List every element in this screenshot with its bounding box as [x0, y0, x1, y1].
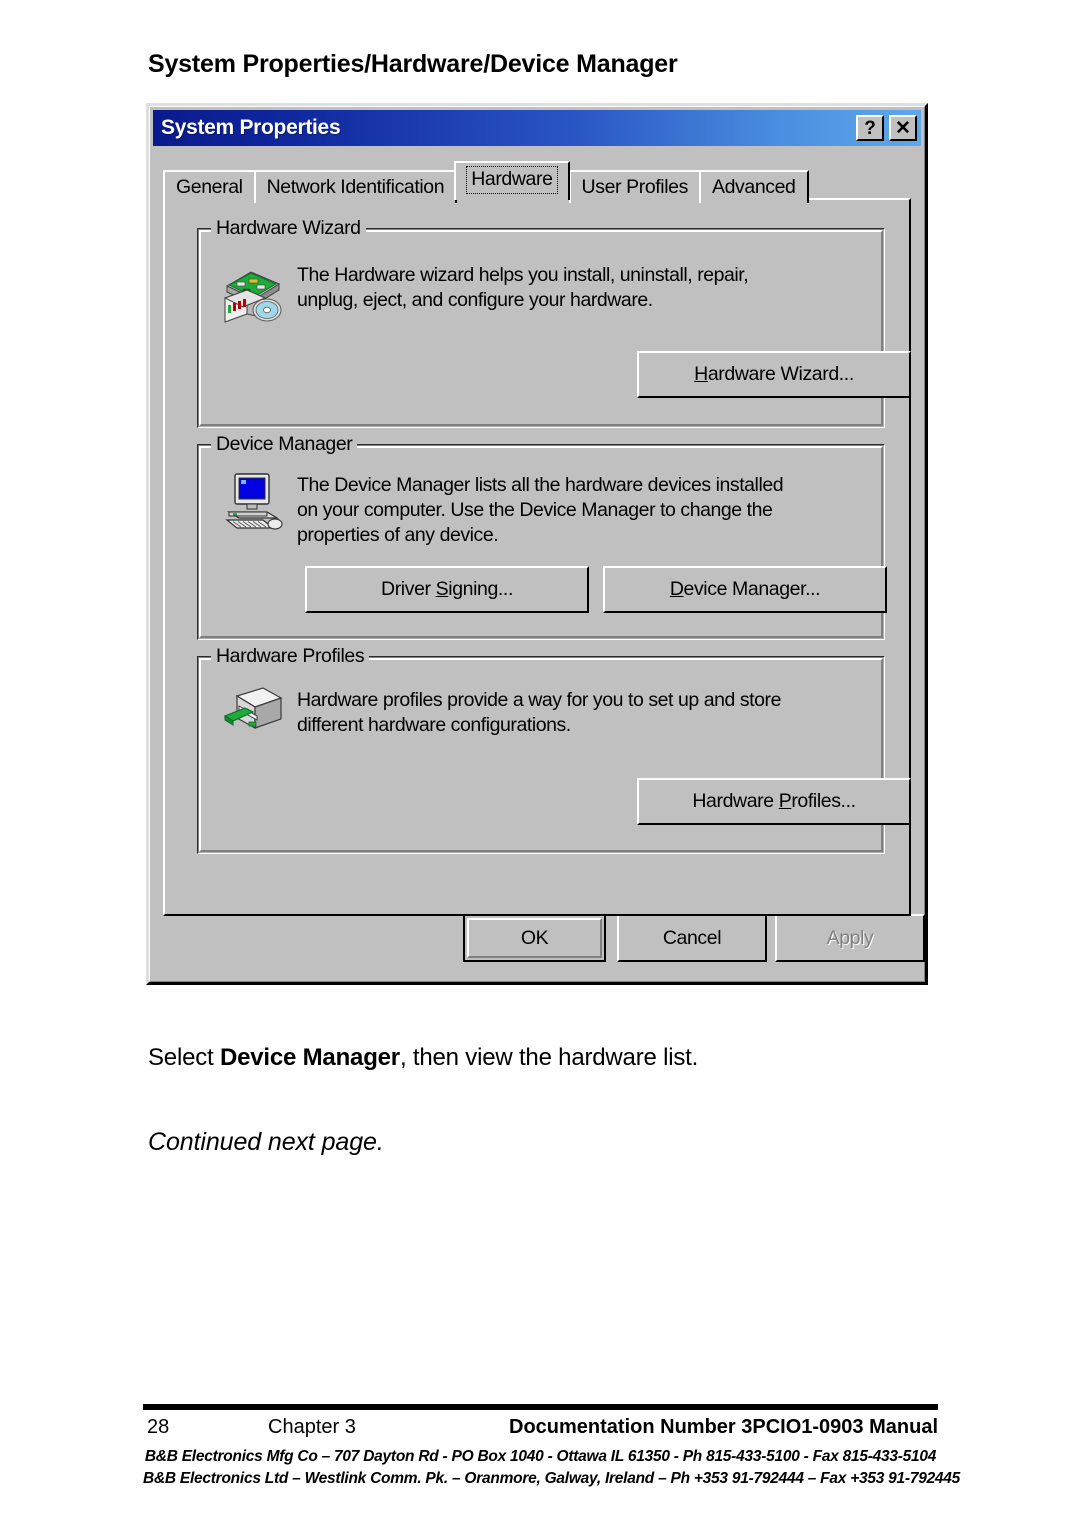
tab-advanced-label: Advanced — [711, 176, 796, 198]
hardware-wizard-button[interactable]: Hardware Wizard... — [637, 351, 911, 398]
hardware-wizard-description-line-1: The Hardware wizard helps you install, u… — [297, 264, 749, 286]
tab-hardware[interactable]: Hardware — [454, 161, 570, 200]
footer-address-ie: B&B Electronics Ltd – Westlink Comm. Pk.… — [143, 1470, 961, 1487]
tab-network-identification[interactable]: Network Identification — [253, 170, 458, 203]
hardware-profiles-button[interactable]: Hardware Profiles... — [637, 778, 911, 825]
device-manager-group-title: Device Manager — [211, 433, 358, 456]
driver-signing-button[interactable]: Driver Signing... — [305, 566, 589, 613]
help-icon: ? — [864, 117, 876, 139]
apply-button-label: Apply — [826, 926, 874, 949]
continued-note: Continued next page. — [148, 1128, 384, 1156]
tab-general[interactable]: General — [163, 170, 256, 203]
instruction-prefix: Select — [148, 1044, 220, 1071]
hardware-profiles-description: Hardware profiles provide a way for you … — [297, 688, 877, 738]
hardware-profiles-description-line-2: different hardware configurations. — [297, 714, 571, 736]
device-manager-description-line-2: on your computer. Use the Device Manager… — [297, 499, 773, 521]
dialog-title: System Properties — [161, 116, 341, 139]
footer-page-number: 28 — [147, 1416, 170, 1438]
tab-user-profiles-label: User Profiles — [581, 176, 689, 198]
hardware-profiles-description-line-1: Hardware profiles provide a way for you … — [297, 689, 781, 711]
tab-user-profiles[interactable]: User Profiles — [568, 170, 701, 203]
tab-hardware-label: Hardware — [466, 166, 558, 194]
hardware-wizard-description-line-2: unplug, eject, and configure your hardwa… — [297, 289, 653, 311]
device-manager-description: The Device Manager lists all the hardwar… — [297, 473, 877, 548]
device-manager-button[interactable]: Device Manager... — [603, 566, 887, 613]
hardware-profiles-group-title: Hardware Profiles — [211, 645, 370, 668]
tab-network-identification-label: Network Identification — [266, 176, 445, 198]
dialog-titlebar[interactable]: System Properties ? ✕ — [153, 110, 921, 146]
driver-signing-button-label: Driver Signing... — [381, 578, 513, 600]
ok-button-label: OK — [520, 926, 549, 949]
hardware-wizard-group-title: Hardware Wizard — [211, 217, 366, 240]
device-manager-group: Device Manager The Device Manager lists … — [197, 433, 887, 640]
tab-advanced[interactable]: Advanced — [698, 170, 809, 203]
hardware-profiles-icon — [223, 686, 285, 740]
instruction-text: Select Device Manager, then view the har… — [148, 1044, 698, 1072]
tab-strip: General Network Identification Hardware … — [163, 160, 921, 203]
cancel-button[interactable]: Cancel — [617, 914, 767, 962]
footer-address-us: B&B Electronics Mfg Co – 707 Dayton Rd -… — [144, 1448, 937, 1465]
hardware-wizard-icon — [221, 260, 283, 326]
system-properties-dialog: System Properties ? ✕ General Network Id… — [146, 103, 928, 985]
hardware-wizard-button-label: Hardware Wizard... — [694, 363, 854, 385]
hardware-wizard-description: The Hardware wizard helps you install, u… — [297, 263, 867, 313]
instruction-bold: Device Manager — [219, 1044, 400, 1071]
hardware-wizard-group: Hardware Wizard The Hardware wizard help… — [197, 217, 911, 428]
device-manager-description-line-3: properties of any device. — [297, 524, 499, 546]
footer-document-number: Documentation Number 3PCIO1-0903 Manual — [509, 1416, 938, 1438]
close-icon: ✕ — [895, 117, 911, 139]
cancel-button-label: Cancel — [662, 926, 722, 949]
apply-button: Apply — [775, 914, 925, 962]
hardware-tab-page: Hardware Wizard The Hardware wizard help… — [163, 198, 911, 916]
close-button[interactable]: ✕ — [889, 115, 917, 141]
device-manager-description-line-1: The Device Manager lists all the hardwar… — [297, 474, 784, 496]
instruction-suffix: , then view the hardware list. — [399, 1044, 699, 1071]
help-button[interactable]: ? — [856, 115, 884, 141]
device-manager-button-label: Device Manager... — [669, 578, 821, 600]
footer-row: 28 Chapter 3 Documentation Number 3PCIO1… — [143, 1416, 938, 1442]
footer-divider — [143, 1404, 938, 1410]
footer-chapter: Chapter 3 — [268, 1416, 356, 1438]
hardware-profiles-button-label: Hardware Profiles... — [692, 790, 856, 812]
page-title: System Properties/Hardware/Device Manage… — [148, 50, 678, 78]
device-manager-icon — [223, 472, 283, 534]
hardware-profiles-group: Hardware Profiles Hardware profiles prov… — [197, 645, 911, 854]
ok-button[interactable]: OK — [463, 914, 606, 962]
tab-general-label: General — [176, 176, 243, 198]
